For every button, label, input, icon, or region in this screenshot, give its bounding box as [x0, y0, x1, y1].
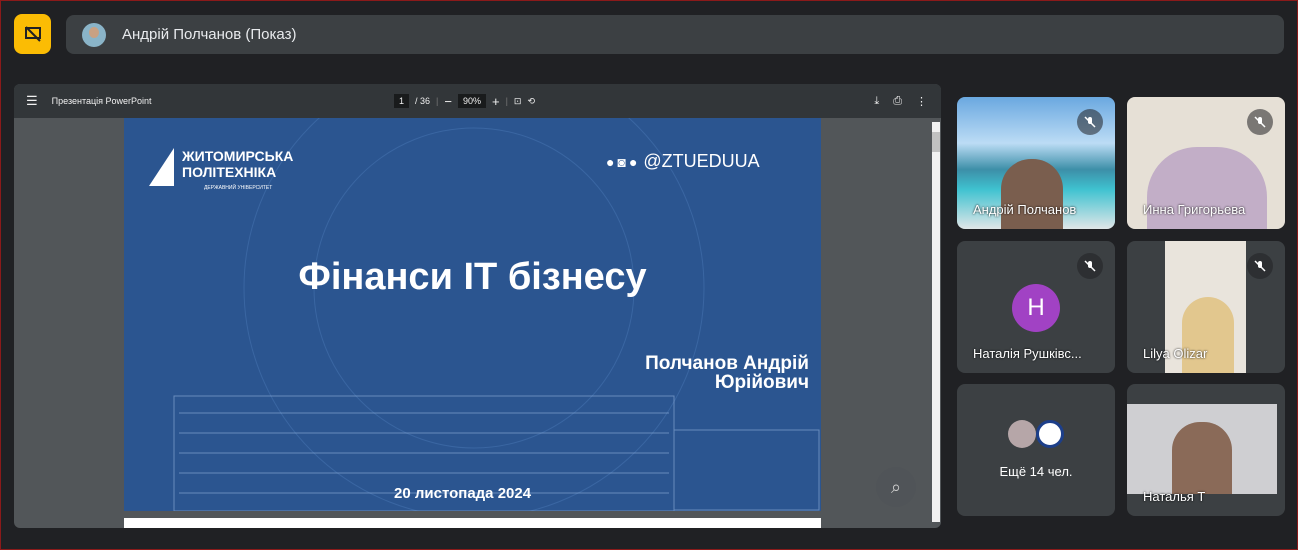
- participant-tile[interactable]: Инна Григорьева: [1127, 97, 1285, 229]
- instagram-icon: ◙: [617, 153, 626, 170]
- page-input[interactable]: 1: [394, 94, 410, 108]
- scrollbar[interactable]: [932, 122, 940, 522]
- more-participants-tile[interactable]: Ещё 14 чел.: [957, 384, 1115, 516]
- page-total: / 36: [415, 96, 431, 106]
- slide-title: Фінанси IT бізнесу: [298, 256, 647, 298]
- participant-name: Наталья Т: [1143, 489, 1206, 504]
- logo-line3: ДЕРЖАВНИЙ УНІВЕРСИТЕТ: [204, 185, 273, 191]
- mic-off-icon: [1077, 109, 1103, 135]
- mic-off-icon: [1247, 109, 1273, 135]
- avatar: Н: [1012, 284, 1060, 332]
- author-line2: Юрійович: [714, 372, 809, 393]
- participant-name: Lilya Olizar: [1143, 346, 1208, 361]
- stop-presenting-button[interactable]: [14, 14, 51, 54]
- download-icon[interactable]: ⤓: [874, 95, 879, 108]
- pdf-title: Презентація PowerPoint: [51, 96, 152, 106]
- avatar: [1036, 420, 1064, 448]
- fit-page-icon[interactable]: ⊡: [514, 96, 522, 107]
- more-participants-label: Ещё 14 чел.: [999, 464, 1073, 479]
- participant-tile[interactable]: Lilya Olizar: [1127, 241, 1285, 373]
- logo-line2: ПОЛІТЕХНІКА: [182, 164, 277, 180]
- slide: ЖИТОМИРСЬКА ПОЛІТЕХНІКА ДЕРЖАВНИЙ УНІВЕРСИ…: [124, 118, 821, 511]
- pdf-toolbar: ☰ Презентація PowerPoint 1/ 36 | −90% + | ⊡ ⟲ ⤓…: [14, 84, 941, 118]
- participant-name: Андрій Полчанов: [973, 202, 1077, 217]
- author-line1: Полчанов Андрій: [645, 353, 809, 374]
- menu-icon[interactable]: ☰: [26, 93, 38, 109]
- participant-tile[interactable]: Н Наталія Рушківс...: [957, 241, 1115, 373]
- zoom-icon[interactable]: ⌕: [876, 467, 916, 507]
- video-feed: [1182, 297, 1234, 373]
- avatar: [1008, 420, 1036, 448]
- facebook-icon: ●: [628, 153, 638, 170]
- video-feed: [1172, 422, 1232, 494]
- participant-name: Инна Григорьева: [1143, 202, 1246, 217]
- participant-tile[interactable]: Андрій Полчанов: [957, 97, 1115, 229]
- telegram-icon: ●: [606, 153, 615, 170]
- rotate-icon[interactable]: ⟲: [527, 96, 535, 107]
- zoom-out-button[interactable]: −: [444, 94, 452, 109]
- mic-off-icon: [1077, 253, 1103, 279]
- zoom-input[interactable]: 90%: [457, 94, 486, 108]
- print-icon[interactable]: ⎙: [893, 95, 902, 108]
- slide-date: 20 листопада 2024: [394, 485, 532, 502]
- mic-off-icon: [1247, 253, 1273, 279]
- participant-name: Наталія Рушківс...: [973, 346, 1082, 361]
- next-page: [124, 518, 821, 528]
- pdf-viewer: ☰ Презентація PowerPoint 1/ 36 | −90% + | ⊡ ⟲ ⤓…: [14, 84, 941, 528]
- more-icon[interactable]: ⋮: [916, 95, 927, 108]
- participant-tile[interactable]: Наталья Т: [1127, 384, 1285, 516]
- zoom-in-button[interactable]: +: [492, 94, 500, 109]
- presenter-label: Андрій Полчанов (Показ): [122, 26, 297, 43]
- present-off-icon: [24, 26, 41, 42]
- avatar: [82, 22, 106, 47]
- presenter-bar: Андрій Полчанов (Показ): [66, 15, 1284, 54]
- social-handle: @ZTUEDUUA: [643, 151, 760, 171]
- logo-line1: ЖИТОМИРСЬКА: [182, 148, 294, 164]
- video-feed: [1001, 159, 1063, 229]
